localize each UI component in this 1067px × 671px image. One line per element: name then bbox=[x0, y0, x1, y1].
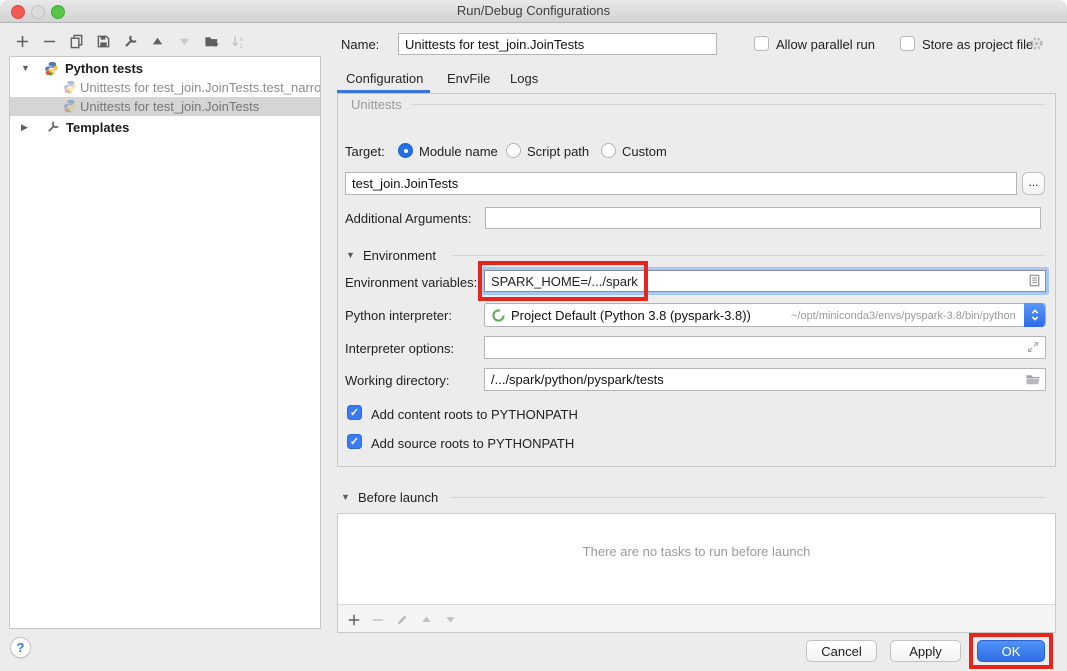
name-label: Name: bbox=[341, 37, 379, 52]
environment-collapse-caret-icon[interactable]: ▼ bbox=[346, 250, 355, 260]
python-interpreter-path: ~/opt/miniconda3/envs/pyspark-3.8/bin/py… bbox=[791, 310, 1016, 322]
target-module-name-radio[interactable] bbox=[398, 143, 413, 158]
conda-environment-icon bbox=[491, 308, 506, 323]
collapse-caret-icon[interactable]: ▼ bbox=[21, 59, 30, 78]
remove-task-button[interactable] bbox=[369, 611, 386, 628]
working-directory-label: Working directory: bbox=[345, 373, 450, 388]
expand-editor-icon[interactable] bbox=[1026, 340, 1040, 354]
edit-templates-wrench-icon[interactable] bbox=[122, 33, 139, 50]
environment-section-line bbox=[452, 255, 1046, 256]
ok-button[interactable]: OK bbox=[977, 640, 1045, 662]
svg-text:z: z bbox=[239, 43, 242, 49]
titlebar[interactable]: Run/Debug Configurations bbox=[0, 0, 1067, 23]
unittests-group-title: Unittests bbox=[351, 97, 402, 112]
environment-section-label: Environment bbox=[363, 248, 436, 263]
store-as-project-file-label: Store as project file bbox=[922, 37, 1033, 52]
target-script-path-label: Script path bbox=[527, 144, 589, 159]
interpreter-options-input[interactable] bbox=[484, 336, 1046, 359]
target-custom-radio[interactable] bbox=[601, 143, 616, 158]
copy-configuration-icon[interactable] bbox=[68, 33, 85, 50]
apply-button[interactable]: Apply bbox=[890, 640, 961, 662]
target-module-name-label: Module name bbox=[419, 144, 498, 159]
name-input[interactable]: Unittests for test_join.JoinTests bbox=[398, 33, 717, 55]
tree-toolbar: az bbox=[14, 33, 247, 50]
allow-parallel-run-label: Allow parallel run bbox=[776, 37, 875, 52]
svg-text:a: a bbox=[239, 36, 243, 43]
store-options-gear-icon[interactable] bbox=[1029, 36, 1044, 51]
expand-caret-icon[interactable]: ▶ bbox=[21, 118, 28, 137]
before-launch-empty-message: There are no tasks to run before launch bbox=[338, 544, 1055, 559]
environment-variables-label: Environment variables: bbox=[345, 275, 477, 290]
run-debug-configurations-dialog: Run/Debug Configurations az ▼ Python tes… bbox=[0, 0, 1067, 671]
target-input[interactable]: test_join.JoinTests bbox=[345, 172, 1017, 195]
env-variables-list-icon[interactable] bbox=[1027, 273, 1042, 288]
browse-target-button[interactable]: ... bbox=[1022, 172, 1045, 195]
tree-item-unittests-test-narrow[interactable]: Unittests for test_join.JoinTests.test_n… bbox=[10, 78, 320, 97]
window-title: Run/Debug Configurations bbox=[0, 3, 1067, 18]
move-task-down-icon[interactable] bbox=[442, 611, 459, 628]
before-launch-toolbar bbox=[338, 604, 1055, 632]
tree-item-python-tests[interactable]: ▼ Python tests bbox=[10, 59, 320, 78]
tab-envfile[interactable]: EnvFile bbox=[447, 71, 490, 86]
remove-configuration-button[interactable] bbox=[41, 33, 58, 50]
before-launch-collapse-caret-icon[interactable]: ▼ bbox=[341, 492, 350, 502]
move-up-icon[interactable] bbox=[149, 33, 166, 50]
add-configuration-button[interactable] bbox=[14, 33, 31, 50]
tree-item-label: Unittests for test_join.JoinTests.test_n… bbox=[80, 78, 320, 97]
tree-item-templates[interactable]: ▶ Templates bbox=[10, 118, 320, 137]
add-source-roots-label: Add source roots to PYTHONPATH bbox=[371, 436, 574, 451]
tree-item-label: Unittests for test_join.JoinTests bbox=[80, 97, 259, 116]
add-source-roots-checkbox[interactable]: ✓ bbox=[347, 434, 362, 449]
tab-logs[interactable]: Logs bbox=[510, 71, 538, 86]
python-interpreter-select[interactable]: Project Default (Python 3.8 (pyspark-3.8… bbox=[484, 303, 1046, 327]
help-button[interactable]: ? bbox=[10, 637, 31, 658]
tree-item-label: Python tests bbox=[65, 59, 143, 78]
environment-variables-focus-ring: SPARK_HOME=/.../spark bbox=[481, 267, 1049, 295]
add-content-roots-label: Add content roots to PYTHONPATH bbox=[371, 407, 578, 422]
store-as-project-file-checkbox[interactable] bbox=[900, 36, 915, 51]
target-script-path-radio[interactable] bbox=[506, 143, 521, 158]
templates-wrench-icon bbox=[46, 120, 60, 137]
interpreter-options-label: Interpreter options: bbox=[345, 341, 454, 356]
configurations-tree: ▼ Python tests Unittests for test_join.J… bbox=[9, 56, 321, 629]
sort-alphabetically-icon[interactable]: az bbox=[230, 33, 247, 50]
new-folder-icon[interactable] bbox=[203, 33, 220, 50]
move-down-icon[interactable] bbox=[176, 33, 193, 50]
additional-arguments-label: Additional Arguments: bbox=[345, 211, 471, 226]
browse-folder-icon[interactable] bbox=[1025, 372, 1041, 387]
unittests-group-line bbox=[410, 104, 1046, 105]
save-configuration-icon[interactable] bbox=[95, 33, 112, 50]
additional-arguments-input[interactable] bbox=[485, 207, 1041, 229]
cancel-button[interactable]: Cancel bbox=[806, 640, 877, 662]
target-label: Target: bbox=[345, 144, 385, 159]
allow-parallel-run-checkbox[interactable] bbox=[754, 36, 769, 51]
move-task-up-icon[interactable] bbox=[418, 611, 435, 628]
add-content-roots-checkbox[interactable]: ✓ bbox=[347, 405, 362, 420]
interpreter-stepper-icon[interactable] bbox=[1024, 303, 1045, 327]
before-launch-tasks-panel: There are no tasks to run before launch bbox=[337, 513, 1056, 633]
environment-variables-input[interactable]: SPARK_HOME=/.../spark bbox=[484, 270, 1046, 292]
target-custom-label: Custom bbox=[622, 144, 667, 159]
before-launch-section-label: Before launch bbox=[358, 490, 438, 505]
working-directory-input[interactable]: /.../spark/python/pyspark/tests bbox=[484, 368, 1046, 391]
tree-item-unittests-jointests-selected[interactable]: Unittests for test_join.JoinTests bbox=[10, 97, 320, 116]
python-interpreter-value: Project Default (Python 3.8 (pyspark-3.8… bbox=[511, 308, 751, 323]
python-interpreter-label: Python interpreter: bbox=[345, 308, 452, 323]
add-task-button[interactable] bbox=[345, 611, 362, 628]
edit-task-pencil-icon[interactable] bbox=[393, 611, 410, 628]
tree-item-label: Templates bbox=[66, 118, 129, 137]
python-test-config-icon bbox=[63, 99, 77, 116]
before-launch-section-line bbox=[450, 497, 1046, 498]
python-test-config-icon bbox=[63, 80, 77, 97]
tab-configuration[interactable]: Configuration bbox=[346, 71, 423, 86]
python-tests-icon bbox=[44, 61, 59, 78]
